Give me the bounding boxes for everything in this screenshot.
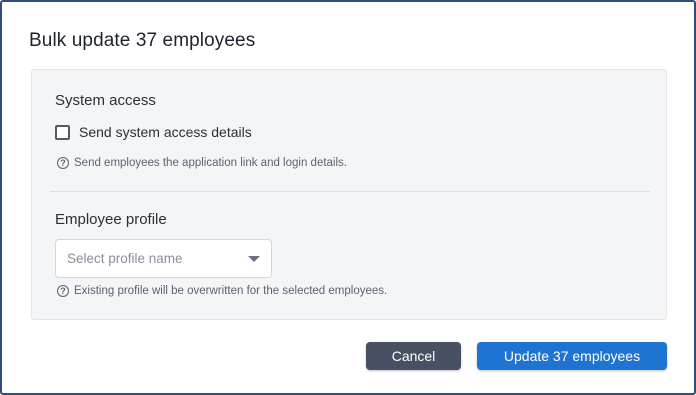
system-access-help-text: Send employees the application link and … [74, 157, 347, 169]
send-access-details-checkbox-row[interactable]: Send system access details [55, 124, 252, 140]
employee-profile-heading: Employee profile [55, 211, 167, 228]
profile-name-select[interactable]: Select profile name [55, 239, 272, 278]
system-access-heading: System access [55, 92, 156, 109]
settings-panel: System access Send system access details… [31, 69, 667, 320]
cancel-button[interactable]: Cancel [366, 342, 461, 370]
question-circle-icon: ? [57, 285, 69, 297]
send-access-details-label[interactable]: Send system access details [79, 124, 252, 140]
question-circle-icon: ? [57, 157, 69, 169]
employee-profile-help-text: Existing profile will be overwritten for… [74, 285, 388, 297]
dialog-title: Bulk update 37 employees [29, 30, 256, 51]
bulk-update-dialog: Bulk update 37 employees System access S… [0, 0, 696, 395]
profile-select-placeholder: Select profile name [67, 251, 183, 266]
send-access-details-checkbox[interactable] [55, 124, 70, 140]
employee-profile-help: ? Existing profile will be overwritten f… [57, 285, 387, 297]
chevron-down-icon [248, 256, 260, 262]
section-divider [50, 191, 650, 192]
system-access-help: ? Send employees the application link an… [57, 157, 347, 169]
update-employees-button[interactable]: Update 37 employees [477, 342, 667, 370]
